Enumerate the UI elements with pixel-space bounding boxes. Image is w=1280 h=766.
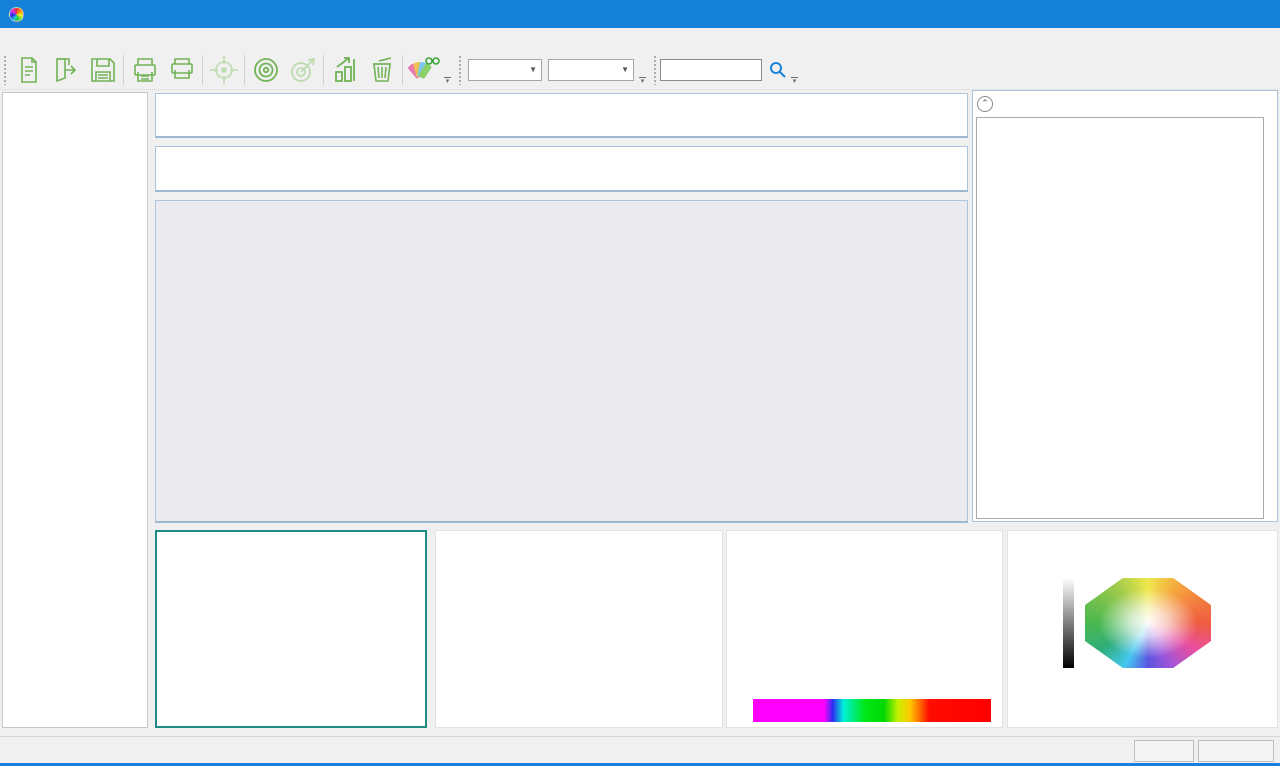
title-bar [0,0,1280,28]
toolbar-grip[interactable] [458,55,462,85]
color-diff-card [976,117,1264,519]
lab-color-space-chart [1007,530,1278,728]
export-button[interactable] [47,52,84,88]
color-match-button[interactable] [405,52,442,88]
print-icon [130,55,160,85]
color-diff-panel: ⌃ [972,90,1278,522]
toolbar-separator [202,55,203,85]
toolbar-separator [323,55,324,85]
print-button[interactable] [126,52,163,88]
save-button[interactable] [84,52,121,88]
delta-ab-scatter-chart [155,530,427,728]
toolbar-separator [123,55,124,85]
toolbar-overflow[interactable]: ▾ [639,77,646,84]
measure-mode-combo[interactable]: ▼ [468,59,542,81]
maximize-button[interactable] [1188,0,1234,28]
status-empty-cell [1198,740,1274,762]
toolbar: ▾ ▼ ▼ ▾ ▾ [0,50,1280,90]
search-input[interactable] [660,59,762,81]
print-word-button[interactable] [163,52,200,88]
chevron-down-icon: ▼ [615,65,629,74]
app-logo-icon [9,7,24,22]
menu-bar [0,28,1280,50]
toolbar-grip[interactable] [3,55,7,85]
print-word-icon [166,55,198,85]
status-bar [0,736,1280,766]
save-icon [88,55,118,85]
auto-button[interactable] [1134,740,1194,762]
statistics-button[interactable] [326,52,363,88]
measure-target-button[interactable] [284,52,321,88]
minimize-button[interactable] [1142,0,1188,28]
calibrate-button[interactable] [247,52,284,88]
collapse-panel-icon[interactable]: ⌃ [977,96,993,112]
delta-e-trend-chart [435,530,723,728]
measure-target-icon [287,54,319,86]
spectrum-color-bar [753,699,991,722]
illuminant-observer-combo[interactable]: ▼ [548,59,634,81]
toolbar-overflow[interactable]: ▾ [791,77,798,84]
new-document-button[interactable] [10,52,47,88]
lab-color-wheel [1085,578,1211,668]
toolbar-separator [402,55,403,85]
locate-target-button[interactable] [205,52,242,88]
delete-icon [367,55,397,85]
lightness-gradient-bar [1063,578,1074,668]
close-button[interactable] [1234,0,1280,28]
tolerance-panel [155,93,968,138]
new-document-icon [14,55,44,85]
sample-list-panel [155,200,968,523]
toolbar-grip[interactable] [653,55,657,85]
calibrate-icon [250,54,282,86]
search-icon[interactable] [767,59,789,81]
chevron-down-icon: ▼ [523,65,537,74]
sample-tree [2,92,148,728]
color-match-icon [407,54,441,86]
standard-panel [155,146,968,192]
statistics-icon [330,55,360,85]
workspace: ⌃ [0,90,1280,736]
delete-button[interactable] [363,52,400,88]
export-icon [51,55,81,85]
locate-target-icon [208,54,240,86]
reflectance-chart [726,530,1003,728]
toolbar-overflow[interactable]: ▾ [444,77,451,84]
toolbar-separator [244,55,245,85]
